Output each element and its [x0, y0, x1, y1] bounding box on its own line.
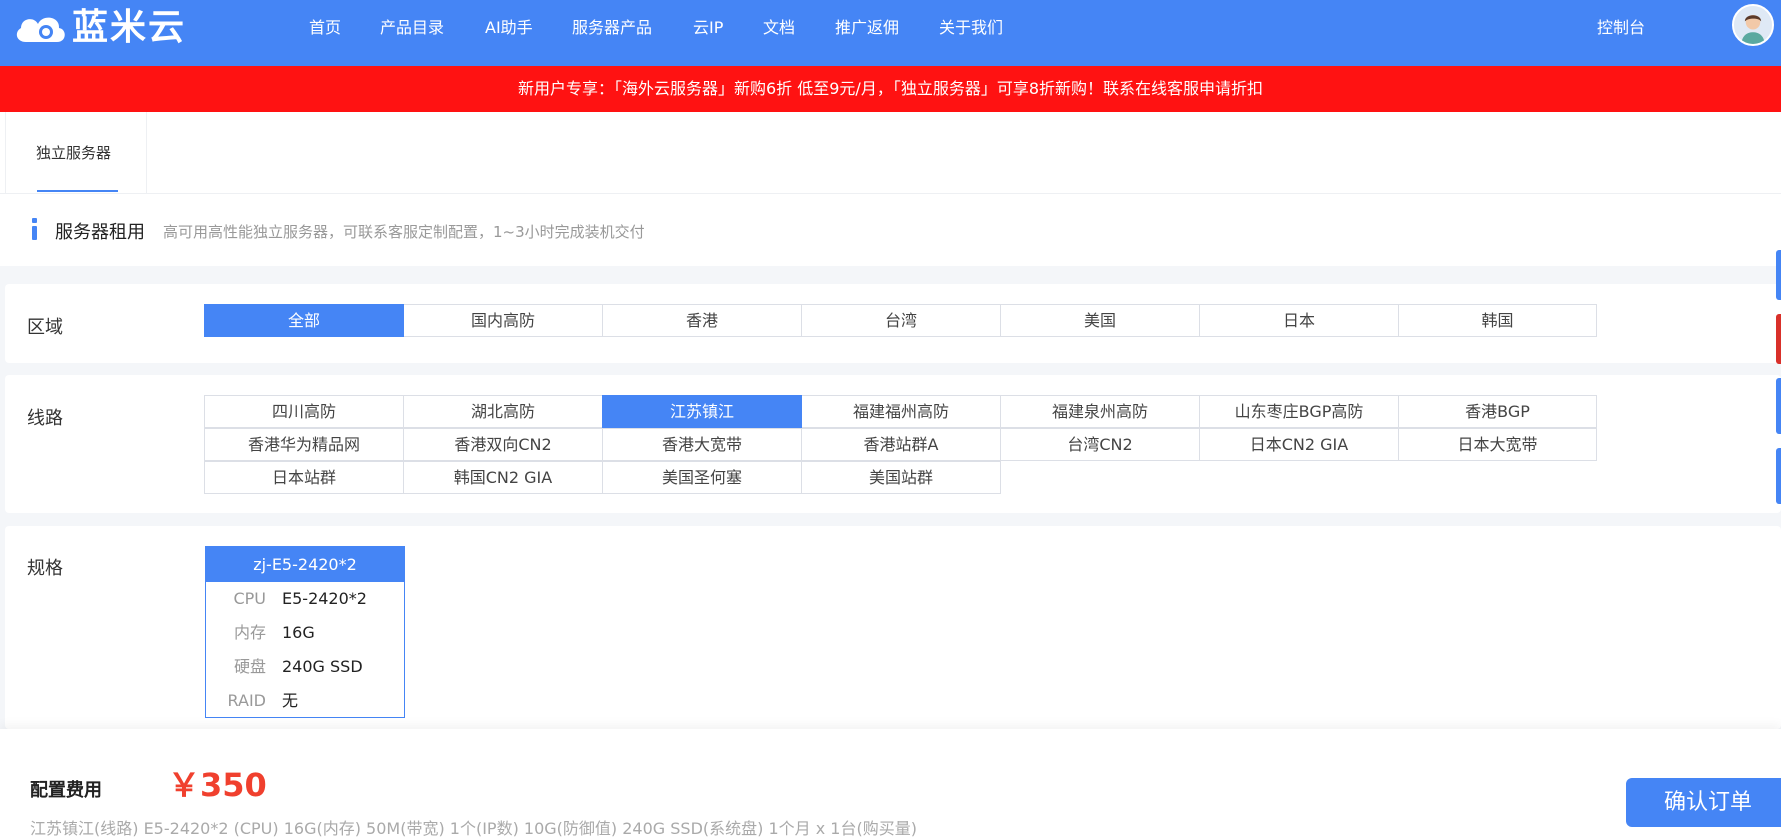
tab-label: 独立服务器: [36, 144, 112, 162]
main-nav: 首页 产品目录 AI助手 服务器产品 云IP 文档 推广返佣 关于我们: [0, 0, 1781, 56]
region-option-taiwan[interactable]: 台湾: [801, 304, 1001, 337]
line-option[interactable]: 湖北高防: [403, 395, 603, 428]
region-option-domestic-ddos[interactable]: 国内高防: [403, 304, 603, 337]
spec-key: 硬盘: [233, 657, 266, 676]
nav-item-server-products[interactable]: 服务器产品: [572, 17, 652, 39]
nav-item-affiliate[interactable]: 推广返佣: [835, 17, 899, 39]
spec-key: 内存: [233, 623, 266, 642]
nav-item-cloud-ip[interactable]: 云IP: [693, 17, 723, 39]
line-option[interactable]: 香港站群A: [801, 428, 1001, 461]
line-option[interactable]: 日本CN2 GIA: [1199, 428, 1399, 461]
line-option[interactable]: 美国圣何塞: [602, 461, 802, 494]
console-link[interactable]: 控制台: [1597, 17, 1645, 39]
product-tabbar: 独立服务器: [0, 112, 1781, 194]
line-option[interactable]: 日本站群: [204, 461, 404, 494]
fee-label: 配置费用: [30, 780, 102, 801]
floating-side-tab[interactable]: [1776, 378, 1781, 434]
line-option[interactable]: 台湾CN2: [1000, 428, 1200, 461]
spec-card-selected[interactable]: zj-E5-2420*2 CPU E5-2420*2 内存 16G 硬盘 240…: [205, 546, 405, 718]
floating-side-tab[interactable]: [1776, 314, 1781, 364]
section-title-bar: 服务器租用 高可用高性能独立服务器，可联系客服定制配置，1~3小时完成装机交付: [0, 194, 1781, 266]
spec-card-name: zj-E5-2420*2: [206, 547, 404, 582]
spec-row-cpu: CPU E5-2420*2: [206, 582, 404, 616]
region-option-korea[interactable]: 韩国: [1398, 304, 1597, 337]
floating-side-tab[interactable]: [1776, 448, 1781, 504]
info-marker-icon: [32, 218, 37, 240]
spec-value: E5-2420*2: [282, 589, 367, 608]
avatar[interactable]: [1732, 4, 1774, 46]
spec-row-memory: 内存 16G: [206, 616, 404, 650]
tab-active-indicator: [37, 190, 118, 192]
line-option[interactable]: 香港大宽带: [602, 428, 802, 461]
line-option[interactable]: 日本大宽带: [1398, 428, 1597, 461]
line-option[interactable]: 美国站群: [801, 461, 1001, 494]
region-option-hongkong[interactable]: 香港: [602, 304, 802, 337]
region-label: 区域: [27, 317, 63, 338]
spec-value: 240G SSD: [282, 657, 363, 676]
line-option[interactable]: 香港华为精品网: [204, 428, 404, 461]
price-value: ￥350: [168, 766, 267, 804]
nav-item-about[interactable]: 关于我们: [939, 17, 1003, 39]
spec-value: 16G: [282, 623, 315, 642]
spec-row-raid: RAID 无: [206, 684, 404, 718]
line-option[interactable]: 四川高防: [204, 395, 404, 428]
promo-banner[interactable]: 新用户专享：「海外云服务器」新购6折 低至9元/月，「独立服务器」可享8折新购！…: [0, 66, 1781, 112]
nav-item-ai-assistant[interactable]: AI助手: [485, 17, 533, 39]
nav-item-docs[interactable]: 文档: [763, 17, 795, 39]
line-option[interactable]: 韩国CN2 GIA: [403, 461, 603, 494]
tab-dedicated-server[interactable]: 独立服务器: [5, 112, 147, 194]
page-title: 服务器租用: [55, 222, 145, 243]
region-option-japan[interactable]: 日本: [1199, 304, 1399, 337]
spec-key: RAID: [227, 691, 266, 710]
confirm-order-button[interactable]: 确认订单: [1626, 778, 1781, 827]
region-option-usa[interactable]: 美国: [1000, 304, 1200, 337]
nav-item-catalog[interactable]: 产品目录: [380, 17, 444, 39]
top-header: 蓝米云 首页 产品目录 AI助手 服务器产品 云IP 文档 推广返佣 关于我们 …: [0, 0, 1781, 66]
line-option[interactable]: 福建泉州高防: [1000, 395, 1200, 428]
line-option[interactable]: 香港BGP: [1398, 395, 1597, 428]
line-option[interactable]: 福建福州高防: [801, 395, 1001, 428]
spec-key: CPU: [233, 589, 266, 608]
floating-side-tab[interactable]: [1776, 250, 1781, 300]
line-option[interactable]: 香港双向CN2: [403, 428, 603, 461]
spec-value: 无: [282, 691, 299, 710]
page-subtitle: 高可用高性能独立服务器，可联系客服定制配置，1~3小时完成装机交付: [163, 223, 645, 241]
spec-label: 规格: [27, 558, 63, 579]
user-avatar-icon: [1734, 6, 1772, 44]
nav-item-home[interactable]: 首页: [309, 17, 341, 39]
order-summary-bar: 配置费用 ￥350 江苏镇江(线路) E5-2420*2 (CPU) 16G(内…: [0, 729, 1781, 839]
line-option-selected[interactable]: 江苏镇江: [602, 395, 802, 428]
line-label: 线路: [27, 408, 63, 429]
region-option-all[interactable]: 全部: [204, 304, 404, 337]
order-summary-text: 江苏镇江(线路) E5-2420*2 (CPU) 16G(内存) 50M(带宽)…: [30, 819, 917, 838]
line-option[interactable]: 山东枣庄BGP高防: [1199, 395, 1399, 428]
spec-row-disk: 硬盘 240G SSD: [206, 650, 404, 684]
